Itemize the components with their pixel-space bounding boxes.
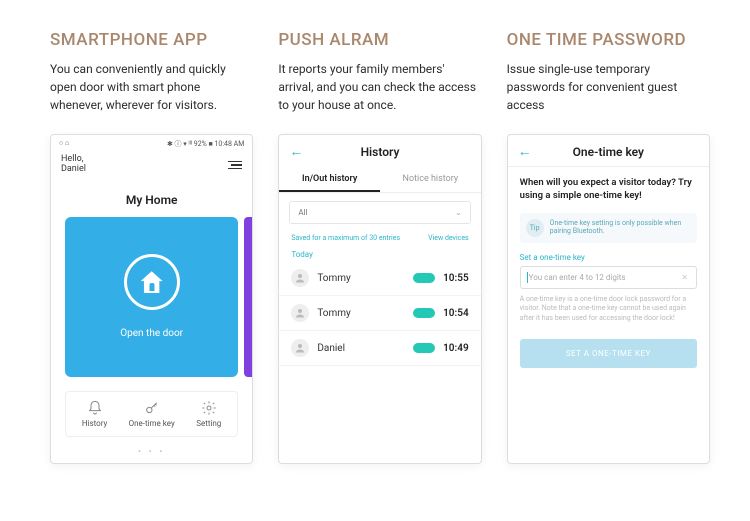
- house-icon: [141, 271, 163, 293]
- tab-history[interactable]: History: [66, 392, 123, 436]
- tab-onetime-label: One-time key: [129, 419, 175, 428]
- tab-onetime[interactable]: One-time key: [123, 392, 180, 436]
- row-time: 10:55: [443, 273, 469, 284]
- username-text: Daniel: [61, 165, 86, 175]
- back-icon[interactable]: ←: [518, 143, 532, 160]
- tip-text: One-time key setting is only possible wh…: [550, 219, 691, 235]
- status-pill: [413, 308, 435, 318]
- filter-value: All: [298, 208, 307, 217]
- row-name: Tommy: [317, 273, 405, 284]
- set-label: Set a one-time key: [520, 253, 697, 262]
- status-pill: [413, 343, 435, 353]
- saved-note: Saved for a maximum of 30 entries: [291, 234, 400, 242]
- feature-title-app: SMARTPHONE APP: [50, 30, 253, 50]
- set-otk-button[interactable]: SET A ONE-TIME KEY: [520, 339, 697, 368]
- avatar-icon: [291, 304, 309, 322]
- bell-icon: [87, 400, 103, 416]
- avatar-icon: [291, 269, 309, 287]
- history-title: History: [303, 145, 456, 159]
- page-dots: • • •: [51, 447, 252, 456]
- row-name: Daniel: [317, 343, 405, 354]
- next-card-peek[interactable]: [244, 217, 253, 377]
- otk-placeholder: You can enter 4 to 12 digits: [529, 273, 626, 282]
- today-label: Today: [279, 246, 480, 261]
- tab-inout-history[interactable]: In/Out history: [279, 166, 380, 192]
- feature-desc-otp: Issue single-use temporary passwords for…: [507, 60, 710, 116]
- tab-history-label: History: [82, 419, 107, 428]
- back-icon[interactable]: ←: [289, 143, 303, 160]
- row-name: Tommy: [317, 308, 405, 319]
- feature-title-otp: ONE TIME PASSWORD: [507, 30, 710, 50]
- phone-screenshot-history: ← History In/Out history Notice history …: [278, 134, 481, 464]
- status-right: ✱ ⓘ ▾ ᴵᴵᴵ 92% ■ 10:48 AM: [167, 139, 244, 149]
- phone-screenshot-app: ○ ⌂ ✱ ⓘ ▾ ᴵᴵᴵ 92% ■ 10:48 AM Hello, Dani…: [50, 134, 253, 464]
- feature-desc-push: It reports your family members' arrival,…: [278, 60, 481, 116]
- row-time: 10:49: [443, 343, 469, 354]
- gear-icon: [201, 400, 217, 416]
- tab-notice-history[interactable]: Notice history: [380, 166, 481, 192]
- menu-icon[interactable]: [228, 159, 242, 172]
- door-circle-icon: [124, 254, 180, 310]
- view-devices-link[interactable]: View devices: [428, 234, 469, 242]
- tip-badge: Tip: [526, 219, 544, 237]
- history-row[interactable]: Tommy 10:54: [279, 296, 480, 331]
- history-row[interactable]: Daniel 10:49: [279, 331, 480, 366]
- chevron-down-icon: ⌄: [455, 208, 462, 217]
- otk-title: One-time key: [532, 145, 685, 159]
- phone-screenshot-otk: ← One-time key When will you expect a vi…: [507, 134, 710, 464]
- history-row[interactable]: Tommy 10:55: [279, 261, 480, 296]
- feature-title-push: PUSH ALRAM: [278, 30, 481, 50]
- status-left: ○ ⌂: [59, 139, 69, 149]
- otk-note: A one-time key is a one-time door lock p…: [520, 295, 697, 323]
- tab-setting-label: Setting: [196, 419, 221, 428]
- avatar-icon: [291, 339, 309, 357]
- tab-setting[interactable]: Setting: [180, 392, 237, 436]
- filter-dropdown[interactable]: All ⌄: [289, 201, 470, 224]
- feature-desc-app: You can conveniently and quickly open do…: [50, 60, 253, 116]
- otk-input[interactable]: You can enter 4 to 12 digits ✕: [520, 266, 697, 289]
- home-title: My Home: [51, 193, 252, 207]
- tip-box: Tip One-time key setting is only possibl…: [520, 213, 697, 243]
- row-time: 10:54: [443, 308, 469, 319]
- status-pill: [413, 273, 435, 283]
- open-door-label: Open the door: [120, 328, 183, 339]
- open-door-card[interactable]: Open the door: [65, 217, 238, 377]
- otk-question: When will you expect a visitor today? Tr…: [520, 177, 697, 203]
- key-icon: [144, 400, 160, 416]
- clear-icon[interactable]: ✕: [681, 273, 688, 282]
